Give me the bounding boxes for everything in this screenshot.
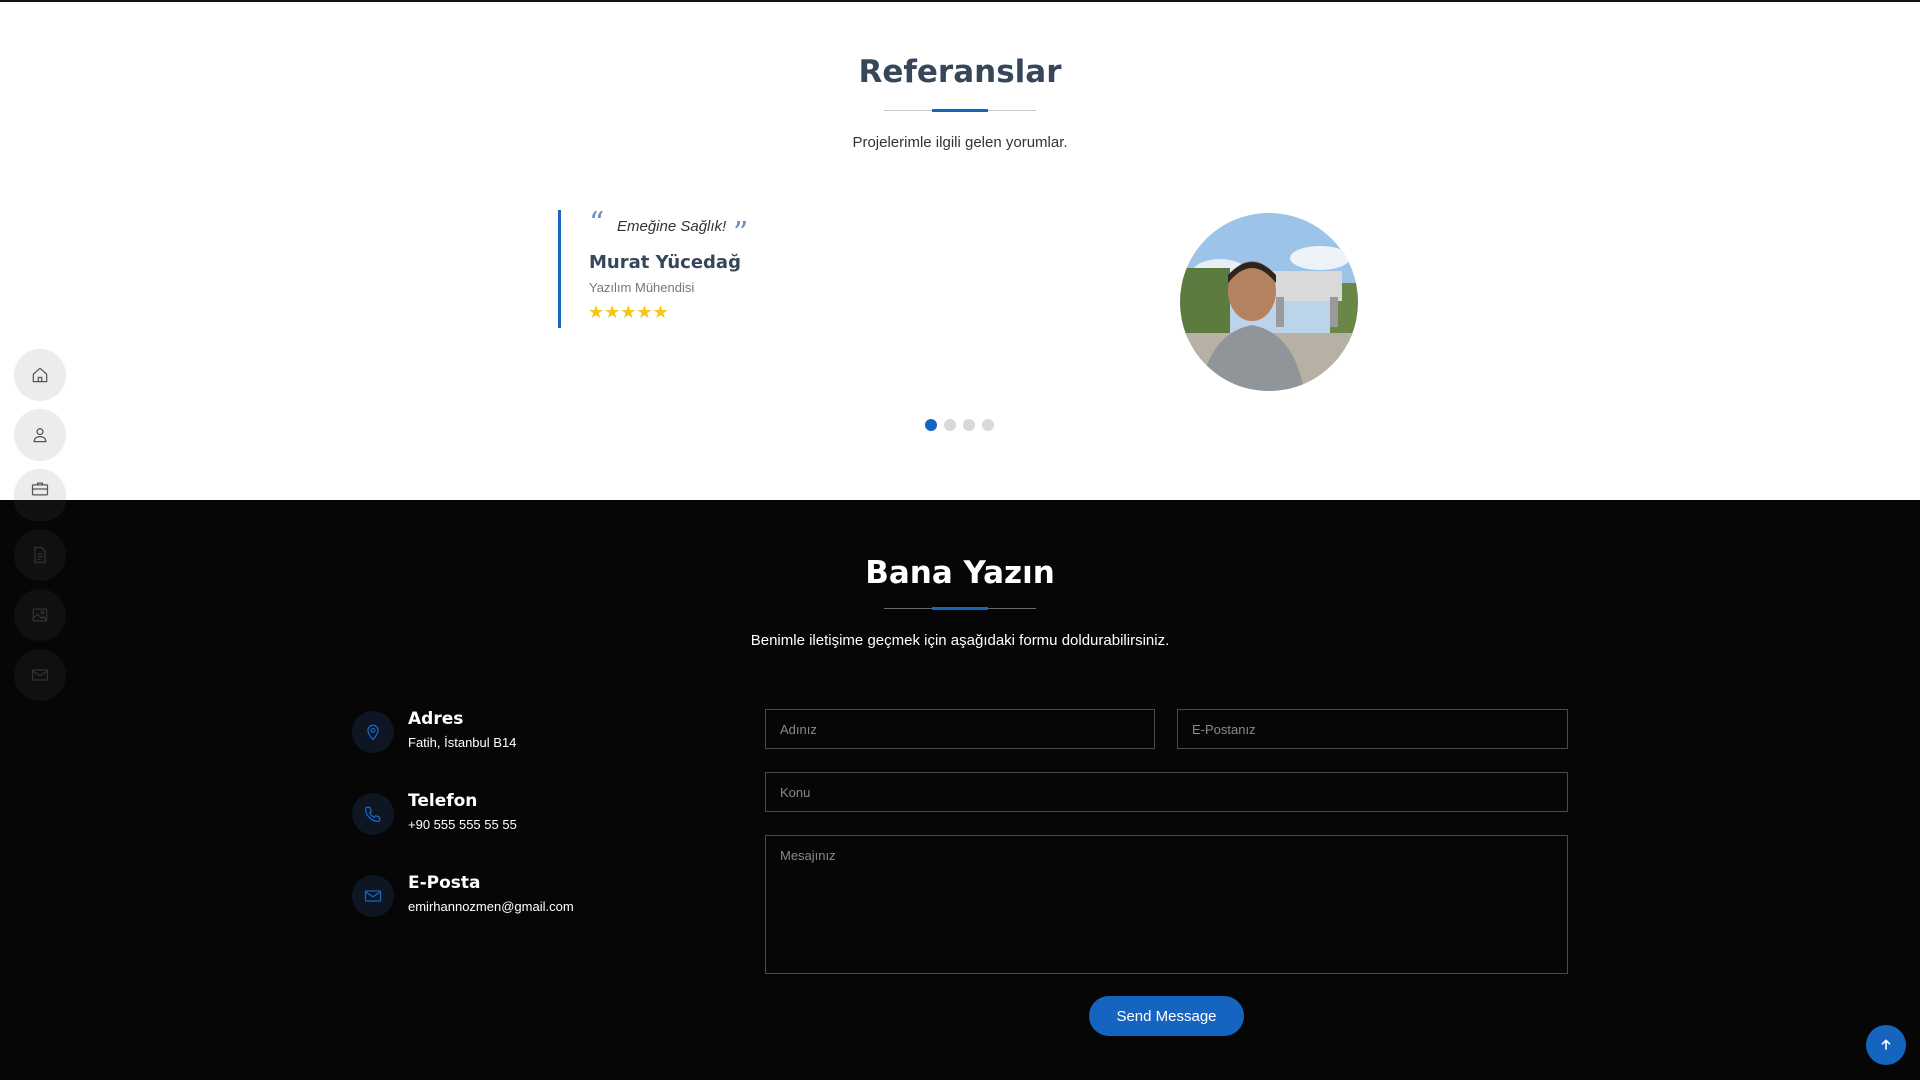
references-title: Referanslar: [858, 54, 1062, 90]
send-message-button[interactable]: Send Message: [1089, 996, 1244, 1036]
user-icon: [33, 428, 47, 443]
contact-info-phone: Telefon +90 555 555 55 55: [352, 791, 672, 851]
briefcase-icon: [31, 482, 49, 496]
address-title: Adres: [408, 709, 464, 729]
references-section: Referanslar Projelerimle ilgili gelen yo…: [0, 2, 1920, 500]
references-subtitle: Projelerimle ilgili gelen yorumlar.: [852, 134, 1068, 151]
nav-gallery[interactable]: [14, 589, 66, 641]
subject-input[interactable]: [765, 772, 1568, 812]
testimonial-role: Yazılım Mühendisi: [589, 280, 695, 295]
home-icon: [32, 367, 48, 383]
email-title: E-Posta: [408, 873, 481, 893]
map-pin-icon: [352, 711, 394, 753]
envelope-icon: [352, 875, 394, 917]
quote-open-icon: “: [589, 206, 605, 241]
contact-title-underline: [884, 607, 1036, 610]
image-icon: [32, 608, 48, 622]
name-input[interactable]: [765, 709, 1155, 749]
carousel-dot[interactable]: [925, 419, 937, 431]
testimonial-author: Murat Yücedağ: [589, 252, 741, 273]
testimonial-card: “ Emeğine Sağlık! ” Murat Yücedağ Yazılı…: [558, 206, 861, 328]
contact-subtitle: Benimle iletişime geçmek için aşağıdaki …: [750, 632, 1170, 649]
testimonial-quote: Emeğine Sağlık!: [617, 218, 727, 235]
nav-resume[interactable]: [14, 529, 66, 581]
address-text: Fatih, İstanbul B14: [408, 735, 517, 750]
document-icon: [34, 546, 46, 564]
nav-contact[interactable]: [14, 649, 66, 701]
contact-info-email: E-Posta emirhannozmen@gmail.com: [352, 873, 672, 933]
email-text: emirhannozmen@gmail.com: [408, 899, 574, 914]
carousel-dot[interactable]: [944, 419, 956, 431]
references-title-underline: [884, 109, 1036, 112]
nav-about[interactable]: [14, 409, 66, 461]
star-rating: ★★★★★: [588, 302, 669, 322]
email-input[interactable]: [1177, 709, 1568, 749]
nav-home[interactable]: [14, 349, 66, 401]
quote-close-icon: ”: [733, 216, 749, 251]
carousel-pagination: [925, 419, 994, 431]
contact-title: Bana Yazın: [865, 555, 1055, 591]
envelope-icon: [31, 669, 49, 681]
carousel-dot[interactable]: [982, 419, 994, 431]
message-textarea[interactable]: [765, 835, 1568, 974]
phone-title: Telefon: [408, 791, 478, 811]
arrow-up-icon: [1881, 1039, 1891, 1050]
testimonial-avatar: [1180, 213, 1358, 391]
contact-info-address: Adres Fatih, İstanbul B14: [352, 709, 672, 769]
carousel-dot[interactable]: [963, 419, 975, 431]
phone-icon: [352, 793, 394, 835]
phone-text: +90 555 555 55 55: [408, 817, 517, 832]
back-to-top-button[interactable]: [1866, 1025, 1906, 1065]
